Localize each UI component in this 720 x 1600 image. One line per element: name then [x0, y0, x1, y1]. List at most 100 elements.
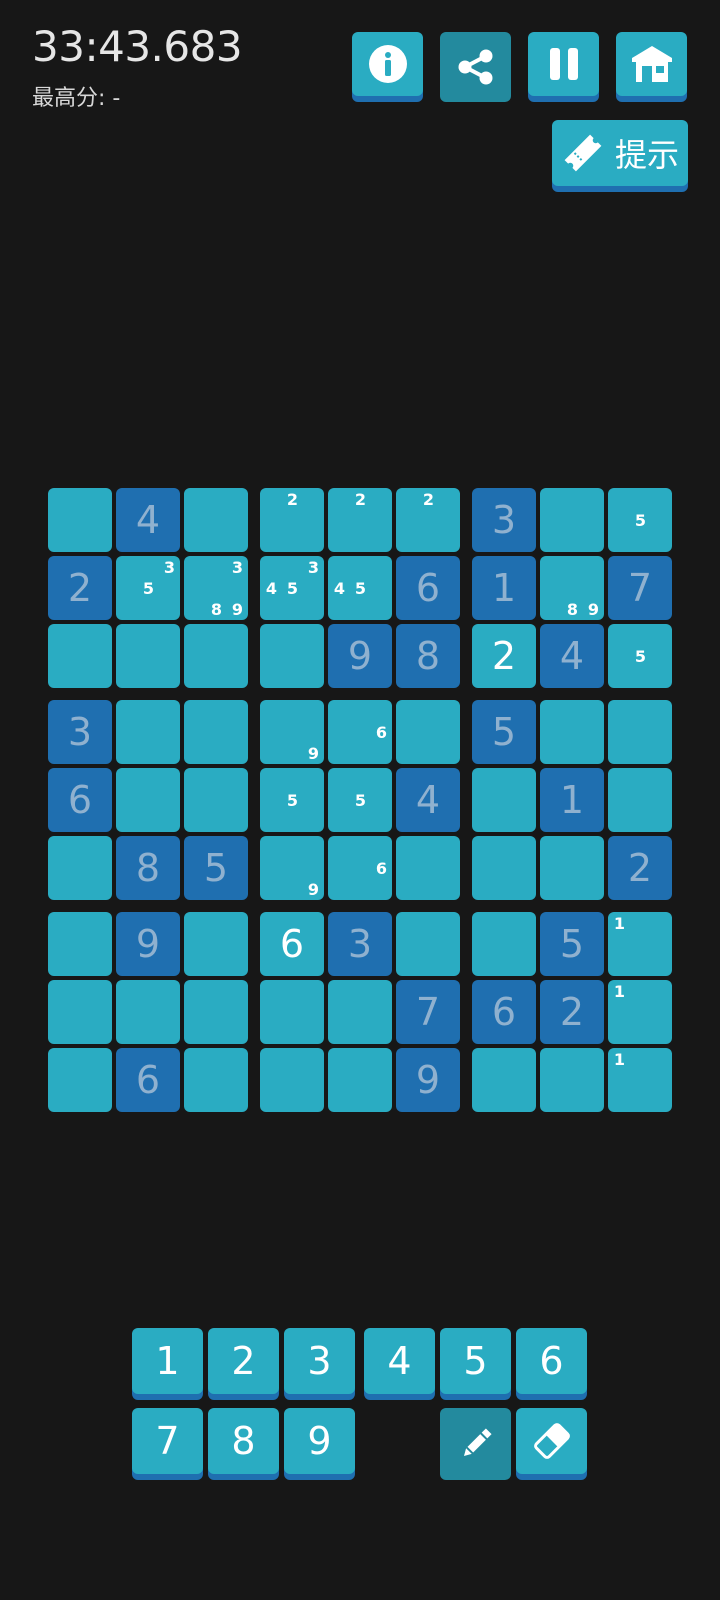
sudoku-cell[interactable] [540, 1048, 604, 1112]
sudoku-cell[interactable]: 45 [328, 556, 392, 620]
digit-button-9[interactable]: 9 [284, 1408, 355, 1474]
sudoku-cell[interactable] [184, 980, 248, 1044]
sudoku-cell[interactable]: 1 [608, 912, 672, 976]
sudoku-cell[interactable] [184, 1048, 248, 1112]
sudoku-cell[interactable]: 7 [608, 556, 672, 620]
sudoku-cell[interactable]: 3 [48, 700, 112, 764]
digit-button-5[interactable]: 5 [440, 1328, 511, 1394]
sudoku-cell[interactable] [48, 836, 112, 900]
sudoku-cell[interactable]: 2 [396, 488, 460, 552]
given-digit: 9 [347, 634, 373, 678]
sudoku-cell[interactable]: 1 [608, 980, 672, 1044]
sudoku-cell[interactable]: 8 [116, 836, 180, 900]
sudoku-cell[interactable]: 6 [48, 768, 112, 832]
sudoku-cell[interactable] [184, 488, 248, 552]
sudoku-cell[interactable] [396, 700, 460, 764]
sudoku-cell[interactable]: 5 [260, 768, 324, 832]
given-digit: 4 [415, 778, 441, 822]
sudoku-cell[interactable] [184, 768, 248, 832]
sudoku-cell[interactable] [116, 980, 180, 1044]
digit-button-7[interactable]: 7 [132, 1408, 203, 1474]
sudoku-cell[interactable]: 6 [260, 912, 324, 976]
sudoku-cell[interactable]: 6 [116, 1048, 180, 1112]
pause-button[interactable] [528, 32, 599, 96]
sudoku-cell[interactable]: 1 [540, 768, 604, 832]
sudoku-cell[interactable] [184, 912, 248, 976]
digit-button-6[interactable]: 6 [516, 1328, 587, 1394]
sudoku-cell[interactable]: 9 [260, 836, 324, 900]
sudoku-cell[interactable] [472, 1048, 536, 1112]
sudoku-cell[interactable] [48, 488, 112, 552]
digit-button-2[interactable]: 2 [208, 1328, 279, 1394]
sudoku-cell[interactable]: 6 [396, 556, 460, 620]
sudoku-cell[interactable]: 1 [472, 556, 536, 620]
sudoku-cell[interactable] [260, 1048, 324, 1112]
sudoku-cell[interactable] [472, 912, 536, 976]
digit-button-4[interactable]: 4 [364, 1328, 435, 1394]
sudoku-cell[interactable]: 4 [540, 624, 604, 688]
sudoku-cell[interactable]: 2 [260, 488, 324, 552]
sudoku-cell[interactable]: 2 [472, 624, 536, 688]
info-button[interactable] [352, 32, 423, 96]
home-button[interactable] [616, 32, 687, 96]
sudoku-cell[interactable]: 9 [260, 700, 324, 764]
sudoku-cell[interactable]: 35 [116, 556, 180, 620]
sudoku-cell[interactable]: 5 [608, 624, 672, 688]
sudoku-cell[interactable]: 7 [396, 980, 460, 1044]
sudoku-cell[interactable]: 89 [540, 556, 604, 620]
sudoku-cell[interactable] [48, 980, 112, 1044]
sudoku-cell[interactable]: 6 [328, 836, 392, 900]
sudoku-cell[interactable] [260, 980, 324, 1044]
eraser-button[interactable] [516, 1408, 587, 1474]
sudoku-cell[interactable] [116, 700, 180, 764]
sudoku-cell[interactable]: 9 [328, 624, 392, 688]
sudoku-cell[interactable]: 3 89 [184, 556, 248, 620]
sudoku-cell[interactable]: 9 [396, 1048, 460, 1112]
sudoku-cell[interactable] [48, 624, 112, 688]
sudoku-cell[interactable] [328, 1048, 392, 1112]
sudoku-cell[interactable] [396, 912, 460, 976]
pencil-button[interactable] [440, 1408, 511, 1480]
pencil-note: 5 [354, 791, 367, 810]
sudoku-cell[interactable]: 2 [48, 556, 112, 620]
sudoku-cell[interactable]: 4 [396, 768, 460, 832]
sudoku-cell[interactable]: 6 [328, 700, 392, 764]
sudoku-cell[interactable] [608, 700, 672, 764]
digit-button-8[interactable]: 8 [208, 1408, 279, 1474]
sudoku-cell[interactable]: 5 [184, 836, 248, 900]
sudoku-cell[interactable] [184, 700, 248, 764]
sudoku-cell[interactable] [540, 700, 604, 764]
sudoku-cell[interactable] [396, 836, 460, 900]
sudoku-cell[interactable]: 2 [540, 980, 604, 1044]
sudoku-cell[interactable] [328, 980, 392, 1044]
sudoku-cell[interactable] [472, 836, 536, 900]
digit-button-1[interactable]: 1 [132, 1328, 203, 1394]
sudoku-cell[interactable] [608, 768, 672, 832]
sudoku-cell[interactable]: 9 [116, 912, 180, 976]
sudoku-cell[interactable]: 3 45 [260, 556, 324, 620]
sudoku-cell[interactable] [260, 624, 324, 688]
share-button[interactable] [440, 32, 511, 102]
sudoku-cell[interactable] [540, 836, 604, 900]
sudoku-cell[interactable]: 2 [608, 836, 672, 900]
sudoku-cell[interactable]: 4 [116, 488, 180, 552]
sudoku-cell[interactable]: 2 [328, 488, 392, 552]
sudoku-cell[interactable] [48, 1048, 112, 1112]
sudoku-cell[interactable]: 8 [396, 624, 460, 688]
sudoku-cell[interactable]: 5 [608, 488, 672, 552]
digit-button-3[interactable]: 3 [284, 1328, 355, 1394]
sudoku-cell[interactable]: 5 [540, 912, 604, 976]
sudoku-cell[interactable]: 1 [608, 1048, 672, 1112]
sudoku-cell[interactable] [116, 624, 180, 688]
sudoku-cell[interactable]: 5 [328, 768, 392, 832]
sudoku-cell[interactable] [116, 768, 180, 832]
sudoku-cell[interactable] [472, 768, 536, 832]
sudoku-cell[interactable] [48, 912, 112, 976]
sudoku-cell[interactable]: 5 [472, 700, 536, 764]
sudoku-cell[interactable] [184, 624, 248, 688]
sudoku-cell[interactable]: 6 [472, 980, 536, 1044]
sudoku-cell[interactable]: 3 [328, 912, 392, 976]
sudoku-cell[interactable] [540, 488, 604, 552]
sudoku-cell[interactable]: 3 [472, 488, 536, 552]
hint-button[interactable]: 提示 [552, 120, 688, 186]
